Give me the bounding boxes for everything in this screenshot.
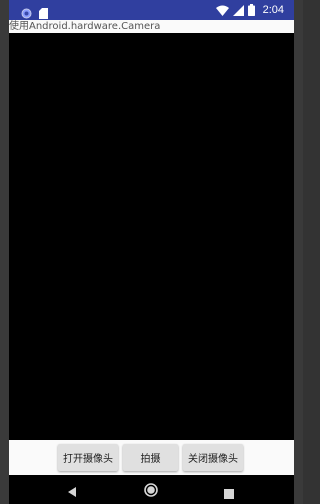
close-camera-button[interactable]: 关闭摄像头 [183, 444, 243, 471]
battery-icon [247, 1, 255, 20]
open-camera-button[interactable]: 打开摄像头 [58, 444, 118, 471]
back-icon[interactable] [67, 483, 77, 502]
camera-preview[interactable] [9, 33, 294, 440]
navigation-bar [9, 475, 294, 504]
screen: 2:04 使用Android.hardware.Camera 打开摄像头 拍摄 … [9, 0, 294, 504]
status-right-group: 2:04 [215, 0, 284, 20]
home-icon[interactable] [144, 482, 158, 501]
status-time: 2:04 [262, 4, 284, 16]
wifi-icon [215, 1, 229, 20]
capture-button[interactable]: 拍摄 [123, 444, 178, 471]
sync-icon [21, 4, 32, 19]
app-title: 使用Android.hardware.Camera [9, 20, 294, 33]
signal-icon [232, 1, 244, 20]
recents-icon[interactable] [224, 484, 234, 503]
sd-card-icon [39, 4, 50, 19]
device-frame: 2:04 使用Android.hardware.Camera 打开摄像头 拍摄 … [0, 0, 303, 504]
status-bar: 2:04 [9, 0, 294, 20]
button-bar: 打开摄像头 拍摄 关闭摄像头 [9, 440, 294, 475]
